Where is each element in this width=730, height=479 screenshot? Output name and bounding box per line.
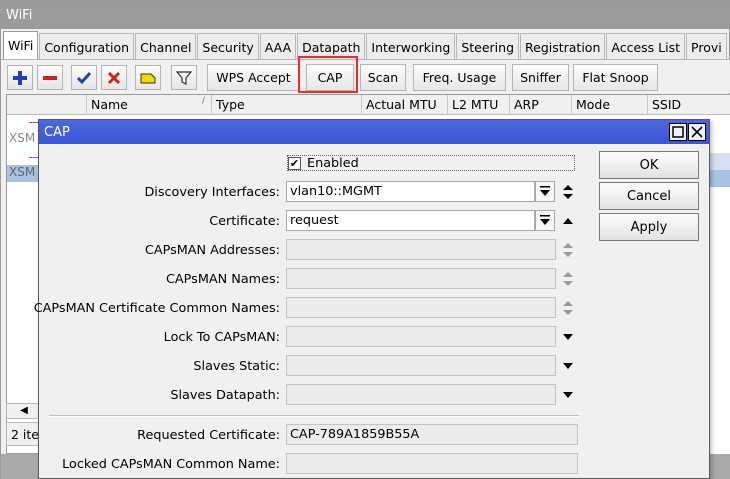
close-icon bbox=[691, 126, 703, 138]
lock-to-capsman-label: Lock To CAPsMAN: bbox=[163, 330, 280, 345]
cap-button-highlight bbox=[298, 56, 358, 93]
enabled-checkbox-row[interactable]: ✔ Enabled bbox=[287, 155, 575, 171]
arrow-left-icon: ◀ bbox=[20, 405, 28, 416]
tab-channel[interactable]: Channel bbox=[135, 33, 197, 60]
plus-icon bbox=[13, 70, 27, 85]
freq-usage-button[interactable]: Freq. Usage bbox=[413, 64, 506, 91]
x-icon bbox=[107, 71, 121, 84]
discovery-interfaces-dropdown[interactable] bbox=[535, 181, 555, 202]
flat-snoop-button[interactable]: Flat Snoop bbox=[573, 64, 658, 91]
wps-accept-button[interactable]: WPS Accept bbox=[207, 64, 300, 91]
column-arp[interactable]: ARP bbox=[509, 95, 571, 115]
capsman-addresses-updown-icon[interactable] bbox=[561, 239, 575, 260]
minus-icon bbox=[43, 75, 57, 80]
slaves-static-field[interactable] bbox=[286, 355, 556, 376]
capsman-cert-common-names-label: CAPsMAN Certificate Common Names: bbox=[33, 301, 280, 316]
capsman-addresses-field[interactable] bbox=[286, 239, 556, 260]
discovery-interfaces-label: Discovery Interfaces: bbox=[144, 185, 280, 200]
column-mode[interactable]: Mode bbox=[571, 95, 647, 115]
maximize-icon bbox=[672, 126, 684, 138]
tab-configuration[interactable]: Configuration bbox=[39, 33, 135, 60]
comment-button[interactable] bbox=[135, 65, 161, 90]
filter-icon bbox=[176, 70, 192, 85]
column-ssid[interactable]: SSID bbox=[647, 95, 730, 115]
capsman-names-field[interactable] bbox=[286, 268, 556, 289]
locked-capsman-common-name-label: Locked CAPsMAN Common Name: bbox=[62, 457, 280, 472]
apply-button[interactable]: Apply bbox=[599, 213, 699, 241]
discovery-interfaces-updown-icon[interactable] bbox=[561, 181, 575, 202]
remove-button[interactable] bbox=[37, 65, 63, 90]
table-visible-edge bbox=[710, 116, 730, 454]
note-icon bbox=[140, 73, 156, 83]
dropdown-arrow-icon bbox=[540, 215, 550, 225]
slaves-static-label: Slaves Static: bbox=[193, 359, 280, 374]
slaves-static-expand-icon[interactable] bbox=[561, 355, 575, 376]
locked-capsman-common-name-field[interactable] bbox=[286, 453, 578, 474]
certificate-field[interactable]: request bbox=[286, 210, 535, 231]
cap-dialog: CAP ✔ Enabled Discovery Interfaces: vlan… bbox=[34, 119, 710, 479]
requested-certificate-field[interactable]: CAP-789A1859B55A bbox=[286, 424, 578, 445]
column-l2-mtu[interactable]: L2 MTU bbox=[447, 95, 509, 115]
tab-interworking[interactable]: Interworking bbox=[366, 33, 456, 60]
tab-registration[interactable]: Registration bbox=[520, 33, 606, 60]
certificate-collapse-icon[interactable] bbox=[561, 210, 575, 231]
enabled-label: Enabled bbox=[307, 156, 359, 171]
tab-security[interactable]: Security bbox=[197, 33, 259, 60]
tab-bar: WiFi Configuration Channel Security AAA … bbox=[3, 31, 728, 60]
capsman-cert-common-names-field[interactable] bbox=[286, 297, 556, 318]
enabled-checkbox[interactable]: ✔ bbox=[288, 157, 301, 170]
enable-button[interactable] bbox=[71, 65, 97, 90]
checkmark-icon bbox=[76, 71, 92, 84]
scroll-left-button[interactable]: ◀ bbox=[6, 403, 42, 419]
tab-access-list[interactable]: Access List bbox=[606, 33, 686, 60]
tab-steering[interactable]: Steering bbox=[456, 33, 519, 60]
requested-certificate-label: Requested Certificate: bbox=[137, 428, 280, 443]
scan-button[interactable]: Scan bbox=[360, 64, 406, 91]
toolbar: WPS Accept CAP Scan Freq. Usage Sniffer … bbox=[1, 59, 730, 93]
capsman-names-updown-icon[interactable] bbox=[561, 268, 575, 289]
certificate-dropdown[interactable] bbox=[535, 210, 555, 231]
slaves-datapath-label: Slaves Datapath: bbox=[170, 388, 280, 403]
separator bbox=[49, 415, 579, 417]
lock-to-capsman-field[interactable] bbox=[286, 326, 556, 347]
sniffer-button[interactable]: Sniffer bbox=[512, 64, 569, 91]
filter-button[interactable] bbox=[171, 65, 197, 90]
ok-button[interactable]: OK bbox=[599, 151, 699, 179]
column-name[interactable]: Name / bbox=[86, 95, 211, 115]
close-button[interactable] bbox=[688, 123, 706, 141]
tab-wifi[interactable]: WiFi bbox=[3, 31, 39, 60]
tab-aaa[interactable]: AAA bbox=[259, 33, 297, 60]
column-actual-mtu[interactable]: Actual MTU bbox=[361, 95, 447, 115]
capsman-names-label: CAPsMAN Names: bbox=[165, 272, 280, 287]
lock-to-capsman-expand-icon[interactable] bbox=[561, 326, 575, 347]
add-button[interactable] bbox=[7, 65, 33, 90]
tab-provisioning[interactable]: Provi bbox=[686, 33, 727, 60]
capsman-cert-common-names-updown-icon[interactable] bbox=[561, 297, 575, 318]
column-type[interactable]: Type bbox=[211, 95, 361, 115]
dialog-title: CAP bbox=[39, 120, 709, 144]
cancel-button[interactable]: Cancel bbox=[599, 182, 699, 210]
window-title: WiFi bbox=[1, 1, 730, 29]
certificate-label: Certificate: bbox=[209, 214, 280, 229]
maximize-button[interactable] bbox=[669, 123, 687, 141]
discovery-interfaces-field[interactable]: vlan10::MGMT bbox=[286, 181, 535, 202]
slaves-datapath-field[interactable] bbox=[286, 384, 556, 405]
capsman-addresses-label: CAPsMAN Addresses: bbox=[144, 243, 280, 258]
table-header: Name / Type Actual MTU L2 MTU ARP Mode SS… bbox=[7, 95, 730, 115]
disable-button[interactable] bbox=[101, 65, 127, 90]
slaves-datapath-expand-icon[interactable] bbox=[561, 384, 575, 405]
dropdown-arrow-icon bbox=[540, 186, 550, 196]
status-bar: 2 items bbox=[6, 422, 42, 446]
